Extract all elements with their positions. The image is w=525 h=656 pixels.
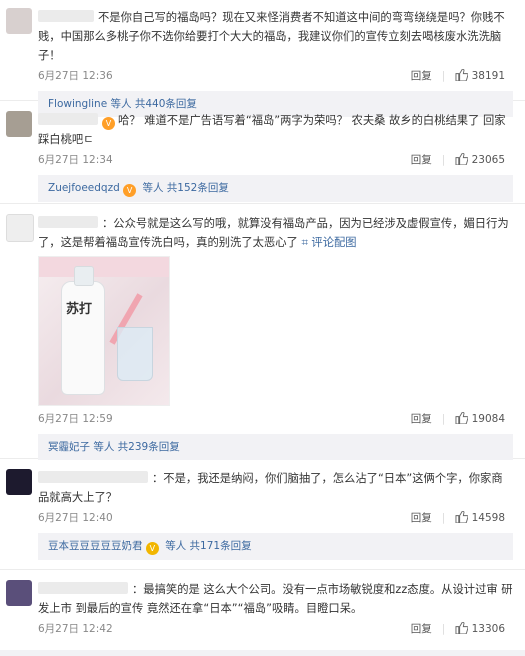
avatar[interactable]: [6, 214, 34, 242]
bottle-label: 苏打: [66, 302, 93, 317]
timestamp: 6月27日 12:36: [38, 70, 113, 82]
comment-item: 不是你自己写的福岛吗？现在又来怪消费者不知道这中间的弯弯绕绕是吗？你贱不贱，中国…: [0, 0, 525, 117]
reply-username[interactable]: 冥霾妃子: [48, 441, 90, 453]
comment-text: ：最搞笑的是 这么大个公司。没有一点市场敏锐度和zz态度。从设计过审 研发上市 …: [38, 582, 513, 615]
reply-count[interactable]: 等人 共171条回复: [165, 540, 251, 552]
thumbs-up-icon: [455, 412, 469, 424]
comment-meta: 6月27日 12:40 回复 | 14598: [38, 507, 513, 529]
divider: |: [441, 623, 446, 635]
reply-count[interactable]: 等人 共239条回复: [93, 441, 179, 453]
like-button[interactable]: 38191: [455, 65, 505, 87]
like-button[interactable]: 19084: [455, 408, 505, 430]
like-button[interactable]: 13306: [455, 618, 505, 640]
divider: |: [441, 154, 446, 166]
comment-item: ：最搞笑的是 这么大个公司。没有一点市场敏锐度和zz态度。从设计过审 研发上市 …: [0, 570, 525, 656]
comment-meta: 6月27日 12:34 回复 | 23065: [38, 149, 513, 171]
vip-badge-icon: V: [102, 117, 115, 130]
divider: |: [441, 70, 446, 82]
timestamp: 6月27日 12:34: [38, 154, 113, 166]
thumbs-up-icon: [455, 511, 469, 523]
like-count: 14598: [471, 512, 505, 524]
reply-button[interactable]: 回复: [411, 149, 432, 171]
reply-username[interactable]: Zuejfoeedqzd: [48, 182, 120, 194]
avatar[interactable]: [6, 469, 32, 495]
username[interactable]: [38, 113, 98, 125]
bottle: 苏打: [61, 266, 105, 395]
comment-text: ：不是，我还是纳闷，你们脑抽了，怎么沾了“日本”这俩个字，你家商品就高大上了？: [38, 471, 503, 504]
like-count: 19084: [471, 413, 505, 425]
image-top-band: [39, 257, 169, 277]
comment-text: ：公众号就是这么写的哦，就算没有福岛产品，因为已经涉及虚假宣传，媚日行为了，这是…: [38, 210, 513, 406]
comment-text: V 哈？ 难道不是广告语写着“福岛”两字为荣吗？ 农夫桑 故乡的白桃结果了 回家踩…: [38, 113, 506, 146]
username[interactable]: [38, 10, 94, 22]
thumbs-up-icon: [455, 69, 469, 81]
timestamp: 6月27日 12:42: [38, 623, 113, 635]
username[interactable]: [38, 216, 98, 228]
comment-meta: 6月27日 12:42 回复 | 13306: [38, 618, 513, 640]
like-button[interactable]: 14598: [455, 507, 505, 529]
thumbs-up-icon: [455, 153, 469, 165]
avatar[interactable]: [6, 111, 32, 137]
like-count: 13306: [471, 623, 505, 635]
like-count: 23065: [471, 154, 505, 166]
glass: [117, 327, 153, 381]
comment-meta: 6月27日 12:59 回复 | 19084: [38, 408, 513, 430]
thumbs-up-icon: [455, 622, 469, 634]
username[interactable]: [38, 582, 128, 594]
comment-image-link[interactable]: ⌗ 评论配图: [301, 236, 356, 249]
comment-item: ：不是，我还是纳闷，你们脑抽了，怎么沾了“日本”这俩个字，你家商品就高大上了？ …: [0, 459, 525, 570]
divider: |: [441, 512, 446, 524]
reply-button[interactable]: 回复: [411, 408, 432, 430]
like-count: 38191: [471, 70, 505, 82]
divider: |: [441, 413, 446, 425]
comment-meta: 6月27日 12:36 回复 | 38191: [38, 65, 513, 87]
reply-button[interactable]: 回复: [411, 65, 432, 87]
comment-text: 不是你自己写的福岛吗？现在又来怪消费者不知道这中间的弯弯绕绕是吗？你贱不贱，中国…: [38, 10, 505, 62]
replies-summary[interactable]: Zuejfoeedqzd V 等人 共152条回复: [38, 175, 513, 202]
comment-item: V 哈？ 难道不是广告语写着“福岛”两字为荣吗？ 农夫桑 故乡的白桃结果了 回家踩…: [0, 101, 525, 204]
timestamp: 6月27日 12:59: [38, 413, 113, 425]
vip-badge-icon: V: [123, 184, 137, 197]
replies-summary[interactable]: 豆本豆豆豆豆豆奶君 V 等人 共171条回复: [38, 533, 513, 560]
avatar[interactable]: [6, 8, 32, 34]
reply-username[interactable]: 豆本豆豆豆豆豆奶君: [48, 540, 143, 552]
timestamp: 6月27日 12:40: [38, 512, 113, 524]
avatar[interactable]: [6, 580, 32, 606]
reply-count[interactable]: 等人 共152条回复: [142, 182, 228, 194]
replies-summary[interactable]: 冥霾妃子 等人 共239条回复: [38, 434, 513, 460]
username[interactable]: [38, 471, 148, 483]
comment-list: 不是你自己写的福岛吗？现在又来怪消费者不知道这中间的弯弯绕绕是吗？你贱不贱，中国…: [0, 0, 525, 650]
vip-badge-icon: V: [145, 542, 159, 555]
reply-button[interactable]: 回复: [411, 507, 432, 529]
comment-item: ：公众号就是这么写的哦，就算没有福岛产品，因为已经涉及虚假宣传，媚日行为了，这是…: [0, 204, 525, 460]
reply-button[interactable]: 回复: [411, 618, 432, 640]
bottle-cap: [74, 266, 94, 286]
comment-image[interactable]: 苏打: [38, 256, 170, 406]
like-button[interactable]: 23065: [455, 149, 505, 171]
